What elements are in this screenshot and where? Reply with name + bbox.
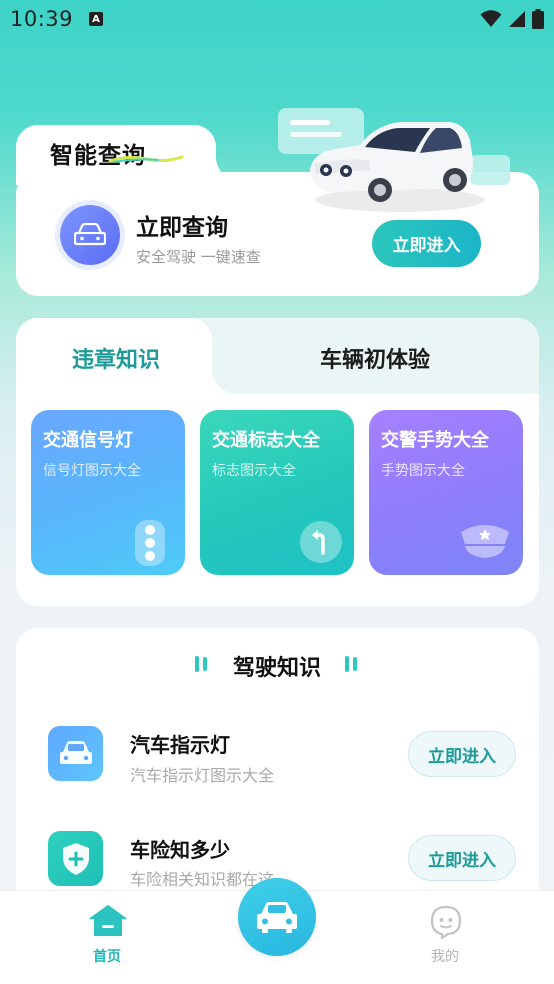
nav-me-label[interactable]: 我的 [431,946,459,966]
insurance-enter-button[interactable]: 立即进入 [408,835,516,881]
title-decoration-right [345,656,357,672]
wifi-icon [480,10,502,27]
card-police-gestures-subtitle: 手势图示大全 [381,463,465,479]
nav-home-label[interactable]: 首页 [93,946,121,966]
status-bar: 10:39 A [0,0,554,38]
card-police-gestures[interactable]: 交警手势大全 手势图示大全 [369,410,523,575]
turn-sign-icon [300,521,342,563]
query-sub-label: 安全驾驶 一键速查 [136,248,261,266]
tab-violation-knowledge-label[interactable]: 违章知识 [72,342,160,374]
police-cap-icon [461,525,509,558]
title-underline-decoration [108,155,184,163]
insurance-title: 车险知多少 [130,838,230,862]
profile-icon[interactable] [430,905,462,939]
query-card-title: 智能查询 [50,143,146,169]
traffic-light-icon [135,520,165,566]
car-indicator-enter-button[interactable]: 立即进入 [408,731,516,777]
status-time: 10:39 [10,7,74,31]
card-traffic-signs-subtitle: 标志图示大全 [212,463,296,479]
nav-center-car-button[interactable] [238,878,316,956]
car-indicator-icon [48,726,103,781]
card-traffic-lights-subtitle: 信号灯图示大全 [43,463,141,479]
notification-a-icon: A [89,12,104,26]
car-illustration [278,108,510,212]
insurance-icon [48,831,103,886]
car-indicator-title: 汽车指示灯 [130,733,230,757]
home-icon[interactable] [88,905,128,937]
car-indicator-subtitle: 汽车指示灯图示大全 [130,766,275,785]
car-icon [257,902,297,933]
card-traffic-signs[interactable]: 交通标志大全 标志图示大全 [200,410,354,575]
signal-icon [509,11,525,27]
driving-knowledge-title: 驾驶知识 [232,656,321,681]
card-traffic-signs-title: 交通标志大全 [212,430,320,451]
query-main-label: 立即查询 [136,215,228,241]
battery-icon [532,9,544,29]
card-police-gestures-title: 交警手势大全 [381,430,489,451]
card-traffic-lights[interactable]: 交通信号灯 信号灯图示大全 [31,410,185,575]
status-icons [480,9,544,29]
query-enter-button[interactable]: 立即进入 [372,220,481,267]
query-car-icon [60,205,120,265]
tab-vehicle-experience-label[interactable]: 车辆初体验 [320,342,430,374]
card-traffic-lights-title: 交通信号灯 [43,430,133,451]
